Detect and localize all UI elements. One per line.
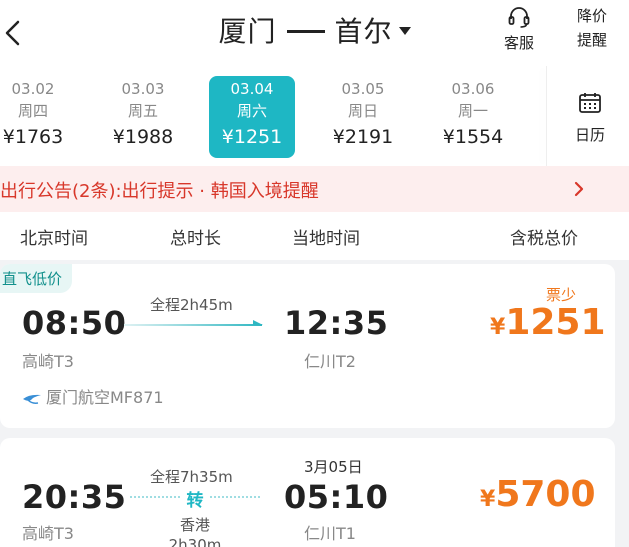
- date-selector: 03.02 周四 ¥1763 03.03 周五 ¥1988 03.04 周六 ¥…: [0, 66, 629, 166]
- price-alert-label-line2: 提醒: [576, 31, 607, 49]
- arrival-time: 05:10: [284, 478, 389, 516]
- chevron-right-icon: [574, 181, 584, 197]
- date-option-date: 03.04: [230, 80, 274, 98]
- sort-beijing-time[interactable]: 北京时间: [20, 224, 88, 249]
- transfer-indicator: 转: [130, 486, 260, 511]
- date-option-weekday: 周日: [347, 102, 378, 120]
- date-option-date: 03.02: [11, 80, 55, 98]
- date-option-weekday: 周四: [17, 102, 48, 120]
- date-option-date: 03.06: [451, 80, 495, 98]
- departure-airport: 高崎T3: [22, 352, 74, 371]
- dropdown-caret-icon: [398, 27, 411, 35]
- arrival-time: 12:35: [284, 304, 389, 342]
- price-currency: ¥: [490, 315, 506, 340]
- date-option-weekday: 周六: [236, 102, 267, 120]
- flight-card[interactable]: 直飞低价 08:50 高崎T3 全程2h45m 12:35 仁川T2 厦门航空M…: [0, 264, 615, 428]
- direct-low-price-tag: 直飞低价: [0, 264, 73, 293]
- travel-notice-text: 出行公告(2条):出行提示 · 韩国入境提醒: [0, 181, 319, 202]
- date-option-weekday: 周五: [127, 102, 158, 120]
- transfer-duration: 2h30m: [168, 536, 222, 547]
- calendar-icon: [579, 93, 601, 113]
- sort-total-duration[interactable]: 总时长: [170, 224, 221, 249]
- flight-duration: 全程7h35m: [150, 468, 233, 486]
- departure-time: 08:50: [22, 304, 127, 342]
- sort-bar: 北京时间 总时长 当地时间 含税总价: [0, 212, 629, 260]
- arrival-airport: 仁川T2: [304, 352, 356, 371]
- transfer-city: 香港: [179, 516, 210, 534]
- date-option[interactable]: 03.05 周日 ¥2191: [318, 78, 408, 150]
- travel-notice-banner[interactable]: 出行公告(2条):出行提示 · 韩国入境提醒: [0, 166, 629, 212]
- calendar-button[interactable]: 日历: [560, 92, 620, 145]
- date-option-selected[interactable]: 03.04 周六 ¥1251: [209, 76, 295, 158]
- date-option-price: ¥1988: [112, 126, 174, 148]
- transfer-label: 转: [180, 486, 210, 511]
- price-value: 1251: [505, 302, 606, 343]
- price-value: 5700: [495, 474, 596, 515]
- date-option-price: ¥1251: [221, 126, 283, 148]
- arrival-airport: 仁川T1: [304, 524, 356, 543]
- price-currency: ¥: [480, 487, 496, 512]
- flight-card[interactable]: 20:35 高崎T3 全程7h35m 转 香港 2h30m 3月05日 05:1…: [0, 438, 615, 547]
- departure-airport: 高崎T3: [22, 524, 74, 543]
- airline-flight-number: 厦门航空MF871: [46, 388, 164, 407]
- destination-city: 首尔: [334, 15, 393, 48]
- sort-total-price[interactable]: 含税总价: [510, 224, 578, 249]
- sort-local-time[interactable]: 当地时间: [292, 224, 360, 249]
- top-header: 厦门 首尔 客服 降价 提醒: [0, 0, 629, 66]
- xiamen-airlines-logo-icon: [23, 394, 41, 404]
- departure-time: 20:35: [22, 478, 127, 516]
- flight-price: ¥5700: [480, 474, 596, 515]
- customer-service-label: 客服: [503, 34, 534, 52]
- price-alert-label-line1: 降价: [576, 7, 607, 25]
- route-separator: [286, 29, 325, 33]
- date-option-weekday: 周一: [457, 102, 488, 120]
- date-option-price: ¥1763: [2, 126, 64, 148]
- airline-info: 厦门航空MF871: [22, 384, 164, 408]
- headset-icon: [508, 7, 530, 28]
- date-option[interactable]: 03.06 周一 ¥1554: [428, 78, 518, 150]
- flight-duration: 全程2h45m: [150, 296, 233, 314]
- date-option[interactable]: 03.02 周四 ¥1763: [0, 78, 78, 150]
- calendar-label: 日历: [574, 126, 605, 144]
- date-option-date: 03.03: [121, 80, 165, 98]
- date-divider: [546, 66, 547, 166]
- origin-city: 厦门: [218, 15, 277, 48]
- date-option-price: ¥1554: [442, 126, 504, 148]
- flight-price: ¥1251: [490, 302, 606, 343]
- date-option-date: 03.05: [341, 80, 385, 98]
- flight-direction-arrow: [124, 320, 263, 326]
- date-option-price: ¥2191: [332, 126, 394, 148]
- customer-service-button[interactable]: 客服: [500, 6, 538, 53]
- arrival-date: 3月05日: [304, 458, 363, 476]
- price-alert-button[interactable]: 降价 提醒: [574, 6, 610, 50]
- date-option[interactable]: 03.03 周五 ¥1988: [98, 78, 188, 150]
